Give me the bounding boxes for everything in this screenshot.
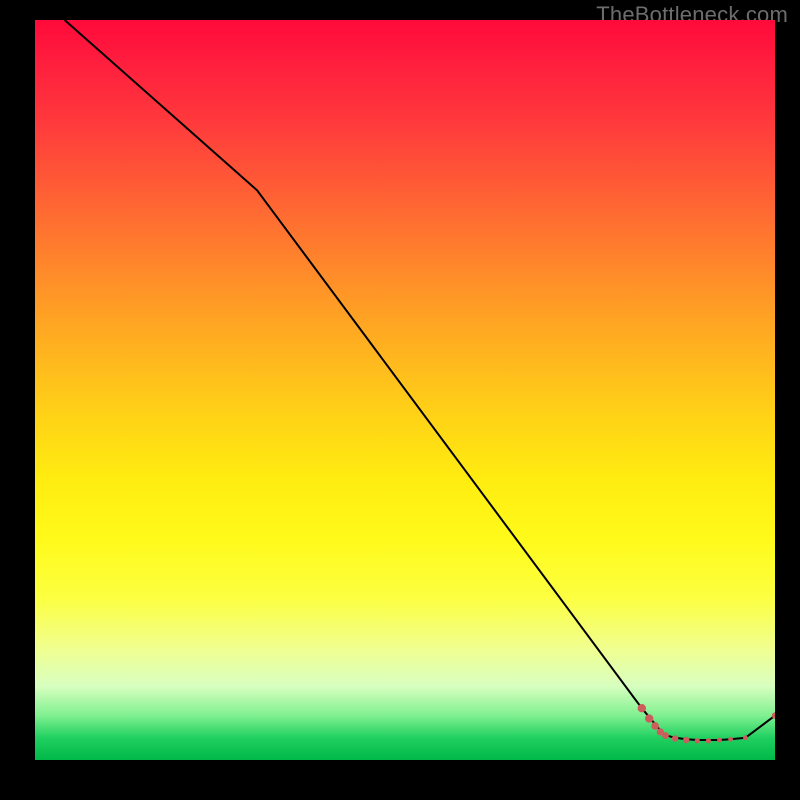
data-marker — [672, 735, 678, 741]
curve-path — [65, 20, 775, 740]
data-marker — [728, 737, 733, 742]
data-marker — [695, 738, 700, 743]
chart-frame: TheBottleneck.com — [0, 0, 800, 800]
data-marker — [662, 732, 669, 739]
data-marker — [717, 738, 722, 743]
data-marker — [645, 714, 653, 722]
chart-svg — [35, 20, 775, 760]
data-marker — [651, 722, 659, 730]
data-marker — [706, 738, 711, 743]
data-marker — [743, 735, 748, 740]
series-markers — [638, 704, 775, 743]
series-line — [65, 20, 775, 740]
plot-area — [35, 20, 775, 760]
data-marker — [683, 737, 689, 743]
data-marker — [638, 704, 646, 712]
